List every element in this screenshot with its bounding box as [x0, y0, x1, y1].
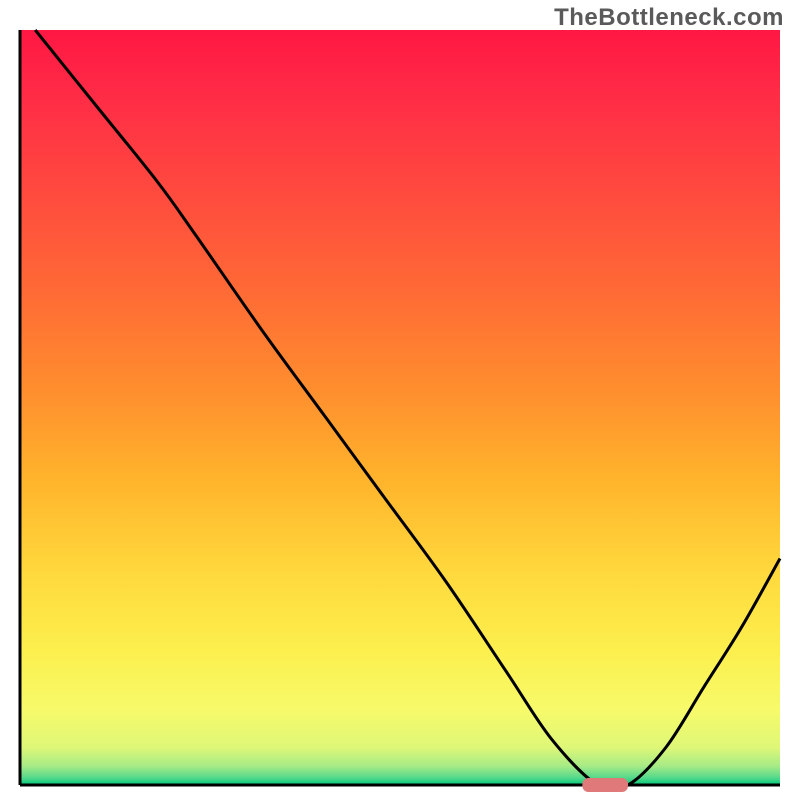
optimal-marker: [582, 778, 628, 792]
plot-background: [20, 30, 780, 785]
watermark-label: TheBottleneck.com: [554, 4, 784, 32]
chart-svg: [0, 0, 800, 800]
bottleneck-chart: TheBottleneck.com: [0, 0, 800, 800]
